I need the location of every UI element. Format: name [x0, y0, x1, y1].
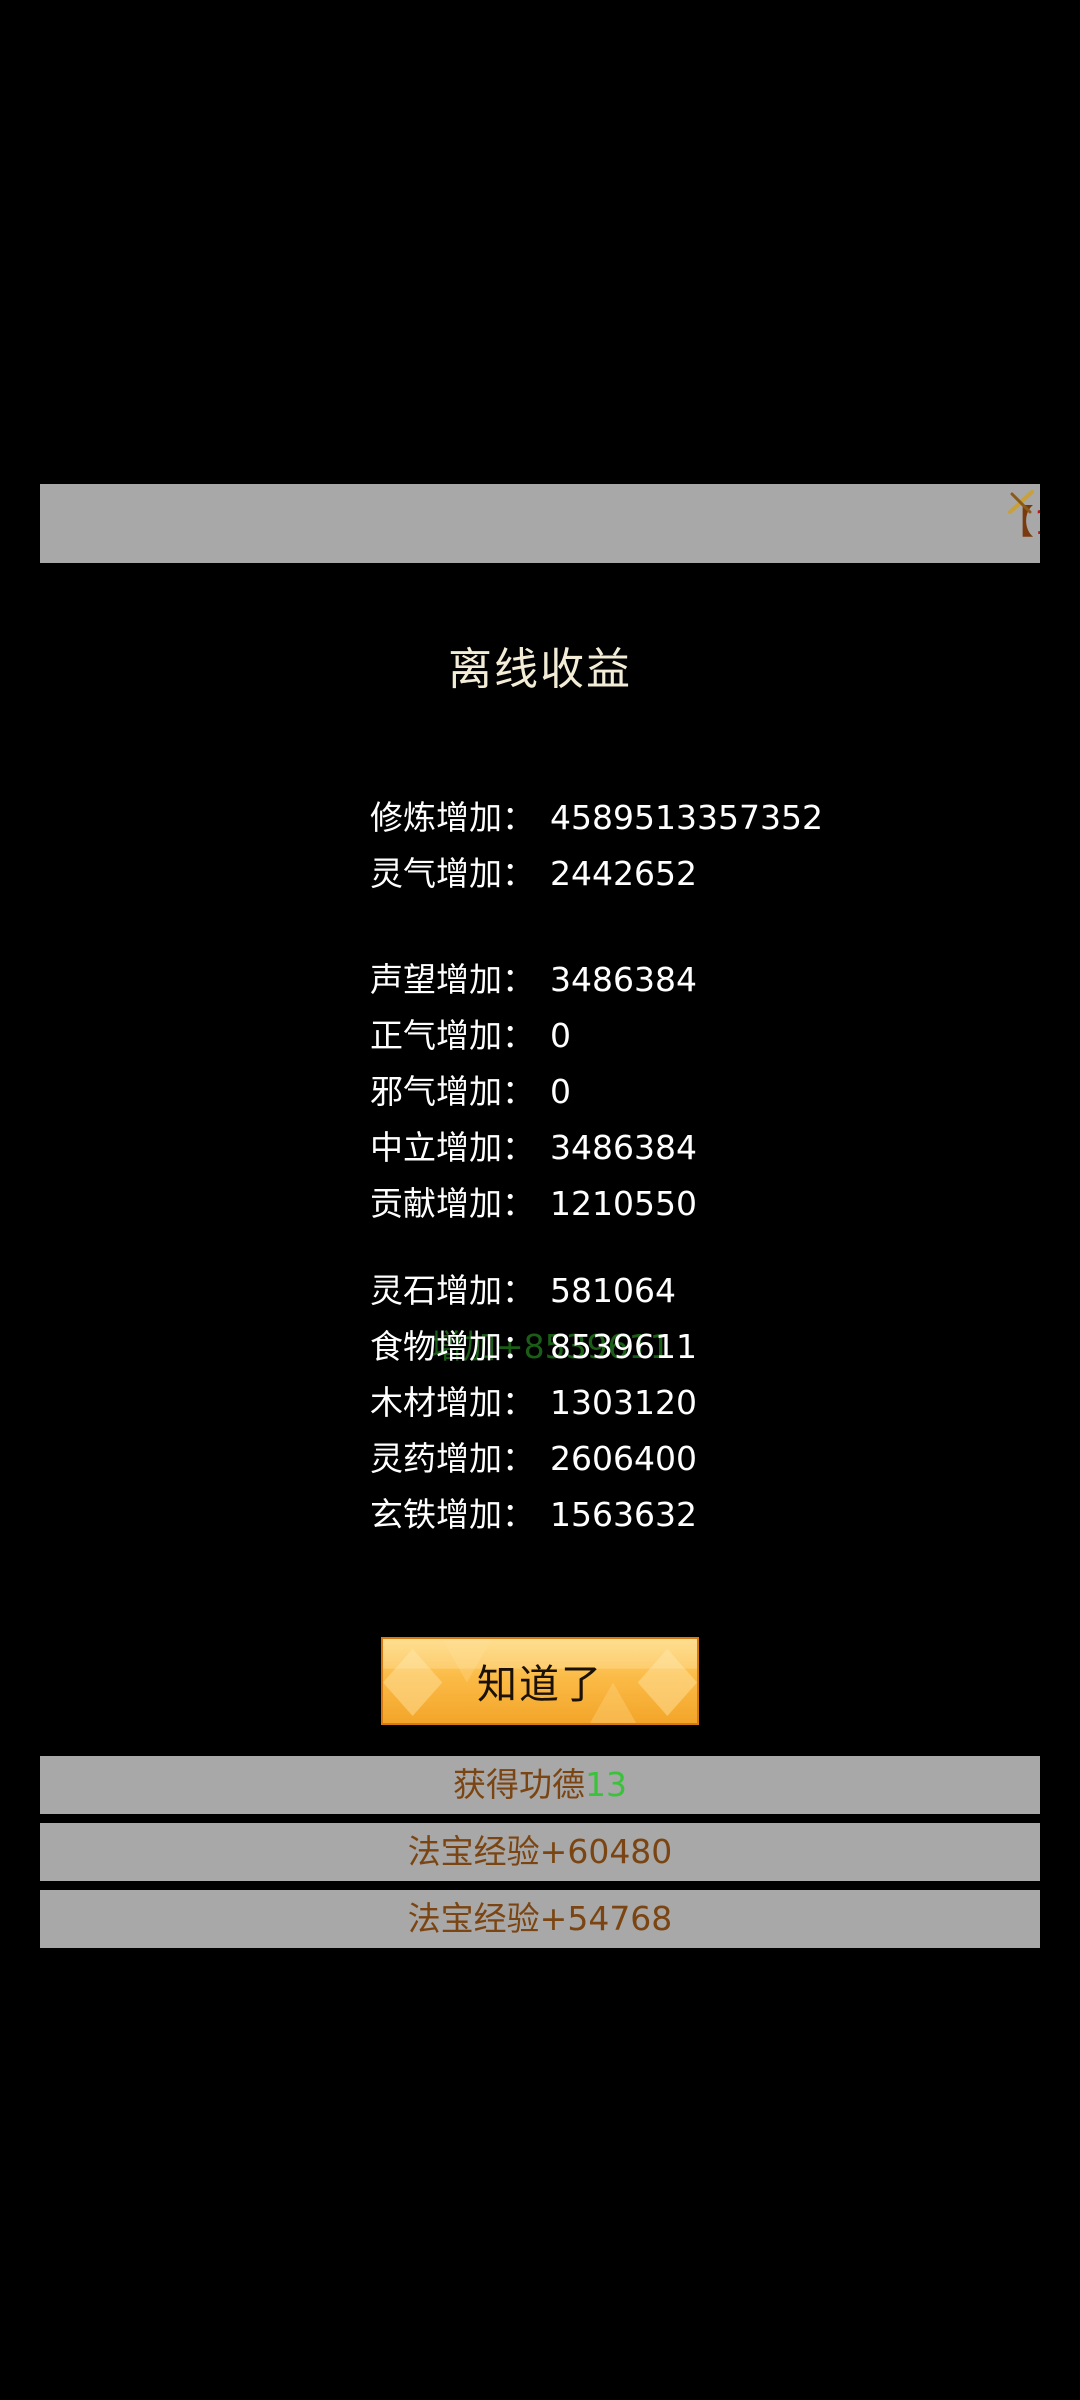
stat-value: 2606400 [550, 1439, 697, 1478]
stat-row-righteous: 正气增加： 0 [370, 1011, 571, 1061]
notice-text: 法宝经验+60480 [407, 1832, 673, 1871]
close-icon[interactable] [1004, 488, 1038, 518]
stat-value: 3486384 [550, 960, 697, 999]
stat-row-cultivation: 修炼增加： 4589513357352 [370, 793, 823, 843]
notice-artifact-exp: 法宝经验+54768 [40, 1890, 1040, 1948]
stat-value: 0 [550, 1072, 571, 1111]
notice-highlight: 13 [585, 1765, 627, 1804]
notice-artifact-exp: 法宝经验+60480 [40, 1823, 1040, 1881]
stat-row-spirit-qi: 灵气增加： 2442652 [370, 849, 697, 899]
stat-value: 0 [550, 1016, 571, 1055]
stat-label: 正气增加： [370, 1016, 535, 1055]
stat-value: 4589513357352 [550, 798, 823, 837]
stat-value: 3486384 [550, 1128, 697, 1167]
stat-value: 1210550 [550, 1184, 697, 1223]
stat-value: 1303120 [550, 1383, 697, 1422]
stat-row-evil: 邪气增加： 0 [370, 1067, 571, 1117]
stat-row-contribution: 贡献增加： 1210550 [370, 1179, 697, 1229]
stat-row-food: 食物增加： 8539611 [370, 1322, 697, 1372]
stat-row-herb: 灵药增加： 2606400 [370, 1434, 697, 1484]
stat-label: 邪气增加： [370, 1072, 535, 1111]
stat-row-spirit-stone: 灵石增加： 581064 [370, 1266, 676, 1316]
stat-label: 玄铁增加： [370, 1495, 535, 1534]
stat-label: 中立增加： [370, 1128, 535, 1167]
top-marquee-banner: 【192 [40, 484, 1040, 563]
stat-label: 灵石增加： [370, 1271, 535, 1310]
stat-value: 1563632 [550, 1495, 697, 1534]
stat-value: 8539611 [550, 1327, 697, 1366]
notice-text: 获得功德 [453, 1765, 585, 1804]
stat-label: 食物增加： [370, 1327, 535, 1366]
stat-label: 声望增加： [370, 960, 535, 999]
got-it-button[interactable]: 知道了 [381, 1637, 699, 1725]
dialog-title: 离线收益 [448, 644, 632, 695]
stat-row-wood: 木材增加： 1303120 [370, 1378, 697, 1428]
stat-value: 581064 [550, 1271, 676, 1310]
stat-label: 灵气增加： [370, 854, 535, 893]
notice-merit: 获得功德13 [40, 1756, 1040, 1814]
stat-row-neutral: 中立增加： 3486384 [370, 1123, 697, 1173]
notice-text: 法宝经验+54768 [407, 1899, 673, 1938]
stat-label: 贡献增加： [370, 1184, 535, 1223]
stat-label: 木材增加： [370, 1383, 535, 1422]
stat-row-reputation: 声望增加： 3486384 [370, 955, 697, 1005]
got-it-label: 知道了 [477, 1662, 603, 1708]
stat-row-dark-iron: 玄铁增加： 1563632 [370, 1490, 697, 1540]
stat-label: 灵药增加： [370, 1439, 535, 1478]
stat-value: 2442652 [550, 854, 697, 893]
stat-label: 修炼增加： [370, 798, 535, 837]
